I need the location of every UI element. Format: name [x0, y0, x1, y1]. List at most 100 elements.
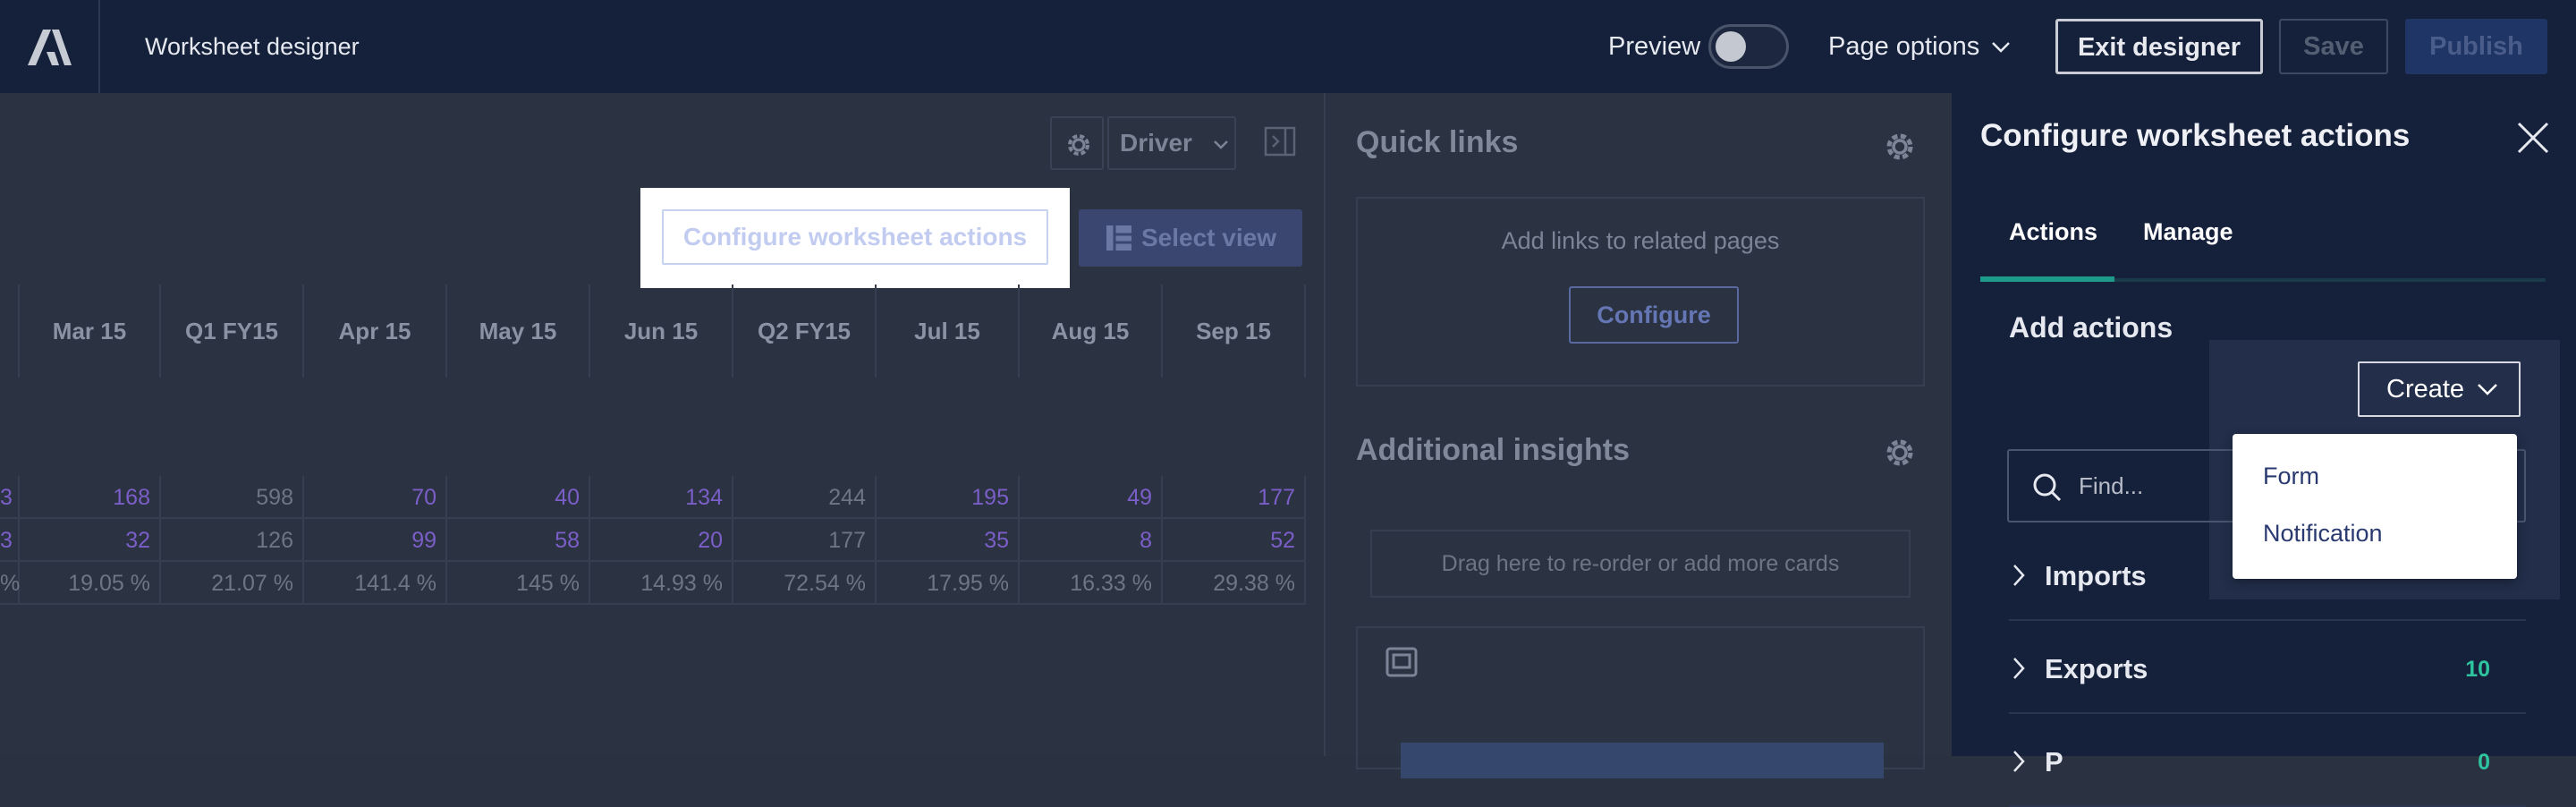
grid-cell[interactable]: 17.95 % — [877, 562, 1020, 605]
select-view-label: Select view — [1141, 224, 1276, 251]
grid-settings-button[interactable] — [1050, 116, 1104, 170]
active-tab-indicator — [1980, 276, 2114, 282]
grid-cell[interactable]: 598 — [161, 476, 304, 519]
grid-cell[interactable]: 16.33 % — [1020, 562, 1163, 605]
anaplan-logo-icon — [28, 30, 72, 65]
gear-icon — [1068, 134, 1089, 156]
accordion-count: 0 — [2478, 750, 2490, 775]
grid-cell[interactable]: 244 — [733, 476, 877, 519]
column-header[interactable]: Sep 15 — [1163, 285, 1306, 378]
grid-cell[interactable]: 40 — [447, 476, 590, 519]
accordion-label: Exports — [2045, 653, 2148, 684]
grid-cell[interactable]: 8 — [1020, 519, 1163, 562]
chevron-right-icon — [2013, 658, 2025, 679]
chevron-down-icon — [1213, 140, 1228, 149]
driver-label: Driver — [1120, 129, 1192, 157]
grid-cell[interactable]: 3 — [0, 519, 20, 562]
column-header[interactable]: Mar 15 — [20, 285, 161, 378]
column-header[interactable]: Apr 15 — [304, 285, 447, 378]
grid-cell[interactable]: 49 — [1020, 476, 1163, 519]
grid-cell[interactable]: 168 — [20, 476, 161, 519]
grid-header-cell — [0, 285, 20, 378]
grid-cell[interactable]: 99 — [304, 519, 447, 562]
grid-cell[interactable]: 58 — [447, 519, 590, 562]
gear-icon[interactable] — [1882, 435, 1918, 471]
grid-cell[interactable]: 134 — [590, 476, 733, 519]
configure-actions-panel: Configure worksheet actions Actions Mana… — [1952, 93, 2576, 807]
card-image-icon — [1385, 647, 1418, 677]
configure-actions-highlight: Configure worksheet actions — [640, 188, 1070, 288]
page-options-menu[interactable]: Page options — [1828, 0, 2012, 93]
grid-cell[interactable]: 70 — [304, 476, 447, 519]
column-header[interactable]: May 15 — [447, 285, 590, 378]
quick-links-title: Quick links — [1356, 125, 1519, 159]
preview-label: Preview — [1608, 32, 1701, 61]
menu-item-form[interactable]: Form — [2263, 463, 2319, 490]
grid-cell[interactable]: 126 — [161, 519, 304, 562]
create-dropdown-menu: Form Notification — [2233, 434, 2517, 579]
grid-cell[interactable]: 195 — [877, 476, 1020, 519]
gear-icon[interactable] — [1882, 129, 1918, 165]
accordion-label: Imports — [2045, 560, 2147, 591]
create-button[interactable]: Create — [2358, 361, 2521, 417]
accordion-count: 10 — [2465, 657, 2490, 682]
chevron-right-icon — [2013, 751, 2025, 772]
menu-item-notification[interactable]: Notification — [2263, 520, 2383, 548]
accordion-label: P — [2045, 746, 2063, 777]
page-options-label: Page options — [1828, 32, 1980, 61]
grid-cell[interactable]: 32 — [20, 519, 161, 562]
preview-toggle[interactable] — [1708, 24, 1789, 69]
driver-dropdown[interactable]: Driver — [1107, 116, 1236, 170]
grid-cell[interactable]: 72.54 % — [733, 562, 877, 605]
column-header[interactable]: Q1 FY15 — [161, 285, 304, 378]
save-button[interactable]: Save — [2279, 19, 2388, 74]
top-bar: Worksheet designer Preview Page options … — [0, 0, 2576, 93]
app-title: Worksheet designer — [145, 33, 360, 60]
insight-card — [1356, 626, 1925, 778]
chevron-right-icon — [2013, 565, 2025, 586]
tab-actions[interactable]: Actions — [2009, 218, 2097, 246]
grid-cell[interactable]: 14.93 % — [590, 562, 733, 605]
column-header[interactable]: Q2 FY15 — [733, 285, 877, 378]
add-actions-heading: Add actions — [2009, 311, 2174, 344]
column-header[interactable]: Jun 15 — [590, 285, 733, 378]
insights-title: Additional insights — [1356, 433, 1630, 467]
app-logo[interactable] — [0, 0, 100, 93]
configure-worksheet-actions-button[interactable]: Configure worksheet actions — [662, 209, 1048, 265]
collapse-panel-icon[interactable] — [1264, 126, 1296, 157]
create-label: Create — [2386, 375, 2465, 404]
column-header[interactable]: Jul 15 — [877, 285, 1020, 378]
find-placeholder: Find... — [2079, 472, 2144, 499]
close-icon[interactable] — [2515, 120, 2551, 156]
grid-cell[interactable]: 20 — [590, 519, 733, 562]
accordion-processes[interactable]: P 0 — [2009, 718, 2526, 807]
grid-cell[interactable]: % — [0, 562, 20, 605]
card-button-bar[interactable] — [1401, 743, 1884, 778]
toggle-knob — [1716, 31, 1746, 62]
select-view-button[interactable]: Select view — [1079, 209, 1302, 267]
quick-links-configure-button[interactable]: Configure — [1569, 286, 1739, 344]
chevron-down-icon — [1992, 42, 2011, 54]
grid-cell[interactable]: 52 — [1163, 519, 1306, 562]
chevron-down-icon — [2478, 384, 2497, 395]
quick-links-text: Add links to related pages — [1501, 227, 1780, 254]
panel-title: Configure worksheet actions — [1980, 118, 2411, 153]
column-header[interactable]: Aug 15 — [1020, 285, 1163, 378]
exit-designer-button[interactable]: Exit designer — [2055, 19, 2263, 74]
grid-cell[interactable]: 21.07 % — [161, 562, 304, 605]
drag-drop-zone[interactable]: Drag here to re-order or add more cards — [1370, 530, 1911, 598]
grid-cell[interactable]: 35 — [877, 519, 1020, 562]
grid-cell[interactable]: 3 — [0, 476, 20, 519]
quick-links-card: Add links to related pages Configure — [1356, 197, 1925, 387]
tab-manage[interactable]: Manage — [2143, 218, 2233, 246]
publish-button[interactable]: Publish — [2405, 19, 2547, 74]
worksheet-area: Driver Configure worksheet actions Selec… — [0, 93, 1324, 756]
grid-cell[interactable]: 177 — [1163, 476, 1306, 519]
grid-cell[interactable]: 19.05 % — [20, 562, 161, 605]
grid-cell[interactable]: 29.38 % — [1163, 562, 1306, 605]
right-cards-panel: Quick links Add links to related pages C… — [1324, 93, 1952, 778]
grid-cell[interactable]: 141.4 % — [304, 562, 447, 605]
grid-cell[interactable]: 177 — [733, 519, 877, 562]
grid-cell[interactable]: 145 % — [447, 562, 590, 605]
accordion-exports[interactable]: Exports 10 — [2009, 624, 2526, 714]
